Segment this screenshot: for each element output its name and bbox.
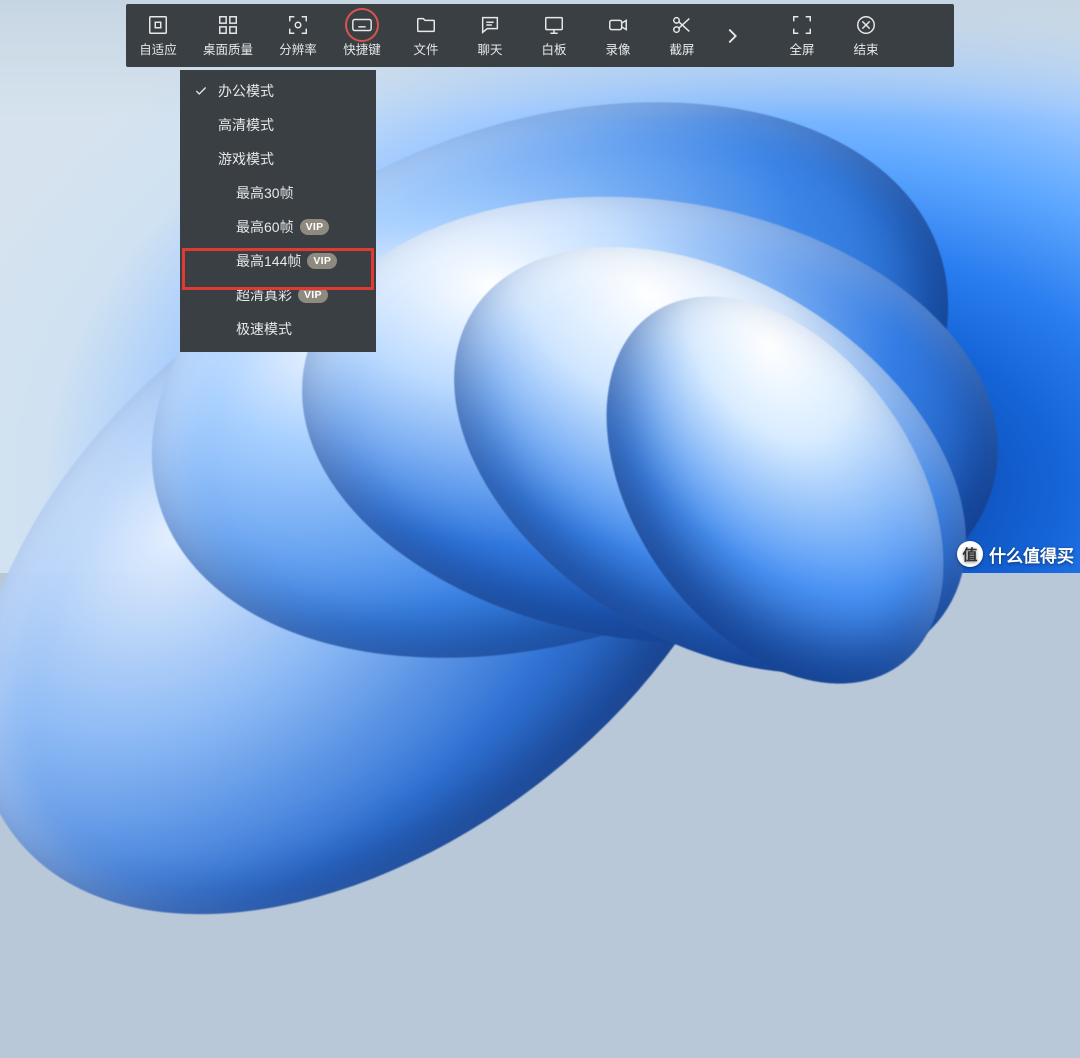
scissors-icon [671, 14, 693, 36]
menu-item-label: 高清模式 [218, 115, 274, 135]
menu-item-label: 最高60帧 [236, 217, 294, 237]
toolbar-file-button[interactable]: 文件 [394, 4, 458, 67]
toolbar-fullscreen-button[interactable]: 全屏 [770, 4, 834, 67]
toolbar-spacer [750, 4, 770, 67]
menu-item-label: 超清真彩 [236, 285, 292, 305]
watermark-text: 什么值得买 [989, 542, 1074, 567]
toolbar-item-label: 分辨率 [279, 39, 317, 58]
toolbar-desktop-quality-button[interactable]: 桌面质量 [190, 4, 266, 67]
toolbar-more-button[interactable] [714, 4, 750, 67]
menu-item-label: 极速模式 [236, 319, 292, 339]
menu-item-hd-mode[interactable]: 高清模式 [180, 108, 376, 142]
vip-badge: VIP [300, 219, 330, 235]
toolbar-item-label: 白板 [541, 39, 566, 58]
toolbar-resolution-button[interactable]: 分辨率 [266, 4, 330, 67]
focus-icon [287, 14, 309, 36]
menu-item-office-mode[interactable]: 办公模式 [180, 74, 376, 108]
keyboard-icon [351, 14, 373, 36]
smzdm-watermark: 值 什么值得买 [957, 541, 1074, 567]
folder-icon [415, 14, 437, 36]
camera-icon [607, 14, 629, 36]
grid-icon [217, 14, 239, 36]
menu-item-max-60fps[interactable]: 最高60帧 VIP [180, 210, 376, 244]
toolbar-item-label: 聊天 [477, 39, 502, 58]
chevron-right-icon [721, 25, 743, 47]
menu-item-game-mode[interactable]: 游戏模式 [180, 142, 376, 176]
toolbar-whiteboard-button[interactable]: 白板 [522, 4, 586, 67]
close-circle-icon [855, 14, 877, 36]
desktop-quality-menu: 办公模式 高清模式 游戏模式 最高30帧 最高60帧 VIP 最高144帧 VI… [180, 70, 376, 352]
whiteboard-icon [543, 14, 565, 36]
remote-control-toolbar: 自适应 桌面质量 分辨率 快捷键 文件 聊天 白板 [126, 4, 954, 67]
vip-badge: VIP [307, 253, 337, 269]
toolbar-chat-button[interactable]: 聊天 [458, 4, 522, 67]
toolbar-item-label: 文件 [413, 39, 438, 58]
toolbar-item-label: 自适应 [139, 39, 177, 58]
toolbar-item-label: 全屏 [789, 39, 814, 58]
menu-item-speed-mode[interactable]: 极速模式 [180, 312, 376, 346]
menu-item-label: 游戏模式 [218, 149, 274, 169]
toolbar-item-label: 桌面质量 [203, 39, 253, 58]
toolbar-item-label: 录像 [605, 39, 630, 58]
fit-icon [147, 14, 169, 36]
fullscreen-icon [791, 14, 813, 36]
menu-item-label: 最高30帧 [236, 183, 294, 203]
menu-item-max-30fps[interactable]: 最高30帧 [180, 176, 376, 210]
toolbar-screenshot-button[interactable]: 截屏 [650, 4, 714, 67]
menu-item-label: 办公模式 [218, 81, 274, 101]
vip-badge: VIP [298, 287, 328, 303]
menu-item-label: 最高144帧 [236, 251, 301, 271]
toolbar-item-label: 截屏 [669, 39, 694, 58]
toolbar-adaptive-button[interactable]: 自适应 [126, 4, 190, 67]
check-icon [194, 84, 208, 98]
menu-item-ultra-color[interactable]: 超清真彩 VIP [180, 278, 376, 312]
toolbar-shortcut-button[interactable]: 快捷键 [330, 4, 394, 67]
toolbar-record-button[interactable]: 录像 [586, 4, 650, 67]
chat-icon [479, 14, 501, 36]
watermark-badge: 值 [957, 541, 983, 567]
menu-item-max-144fps[interactable]: 最高144帧 VIP [180, 244, 376, 278]
toolbar-end-button[interactable]: 结束 [834, 4, 898, 67]
toolbar-item-label: 结束 [853, 39, 878, 58]
